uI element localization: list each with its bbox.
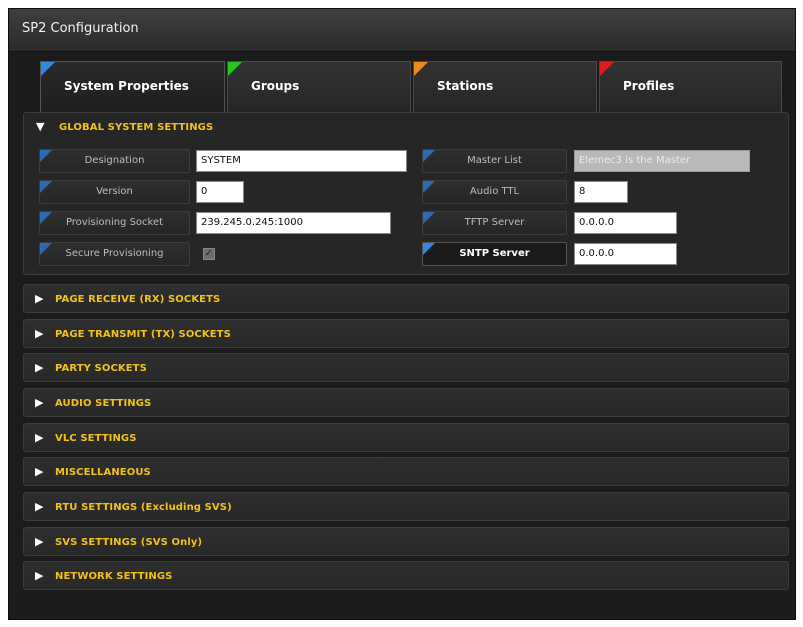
- section-rtu-settings[interactable]: ▶ RTU SETTINGS (Excluding SVS): [23, 492, 789, 521]
- tab-stations[interactable]: Stations: [413, 61, 597, 112]
- version-label: Version: [39, 180, 190, 204]
- tab-label: System Properties: [64, 79, 189, 93]
- section-title: PAGE TRANSMIT (TX) SOCKETS: [55, 329, 231, 340]
- tab-profiles[interactable]: Profiles: [599, 61, 782, 112]
- tftp-server-field[interactable]: 0.0.0.0: [574, 212, 677, 234]
- tab-groups[interactable]: Groups: [227, 61, 411, 112]
- tab-label: Stations: [437, 79, 494, 93]
- tftp-server-label: TFTP Server: [422, 211, 567, 235]
- label-text: Secure Provisioning: [65, 248, 164, 259]
- section-title: PAGE RECEIVE (RX) SOCKETS: [55, 294, 221, 305]
- section-title: PARTY SOCKETS: [55, 363, 147, 374]
- label-marker-icon: [40, 243, 52, 255]
- tab-color-marker-icon: [228, 62, 242, 76]
- master-list-field: Elemec3 is the Master: [574, 150, 750, 172]
- checkmark-icon: ✓: [204, 248, 214, 259]
- section-title: VLC SETTINGS: [55, 433, 137, 444]
- label-text: Provisioning Socket: [65, 217, 164, 228]
- triangle-right-icon: ▶: [35, 535, 44, 548]
- label-marker-icon: [40, 181, 52, 193]
- version-field[interactable]: 0: [196, 181, 244, 203]
- triangle-right-icon: ▶: [35, 569, 44, 582]
- audio-ttl-label: Audio TTL: [422, 180, 567, 204]
- section-title: AUDIO SETTINGS: [55, 398, 152, 409]
- section-page-receive-sockets[interactable]: ▶ PAGE RECEIVE (RX) SOCKETS: [23, 284, 789, 313]
- label-marker-icon: [40, 150, 52, 162]
- section-page-transmit-sockets[interactable]: ▶ PAGE TRANSMIT (TX) SOCKETS: [23, 319, 789, 348]
- tab-color-marker-icon: [414, 62, 428, 76]
- designation-label: Designation: [39, 149, 190, 173]
- tab-color-marker-icon: [41, 62, 55, 76]
- audio-ttl-field[interactable]: 8: [574, 181, 628, 203]
- tab-label: Profiles: [623, 79, 675, 93]
- triangle-right-icon: ▶: [35, 500, 44, 513]
- master-list-label: Master List: [422, 149, 567, 173]
- label-marker-icon: [423, 181, 435, 193]
- label-text: TFTP Server: [464, 217, 525, 228]
- triangle-right-icon: ▶: [35, 327, 44, 340]
- section-title: NETWORK SETTINGS: [55, 571, 173, 582]
- section-title: GLOBAL SYSTEM SETTINGS: [59, 122, 214, 133]
- tab-system-properties[interactable]: System Properties: [40, 61, 225, 112]
- label-text: SNTP Server: [459, 248, 530, 259]
- label-marker-icon: [423, 243, 435, 255]
- section-network-settings[interactable]: ▶ NETWORK SETTINGS: [23, 561, 789, 590]
- sntp-server-button[interactable]: SNTP Server: [422, 242, 567, 266]
- label-marker-icon: [40, 212, 52, 224]
- section-miscellaneous[interactable]: ▶ MISCELLANEOUS: [23, 457, 789, 486]
- triangle-right-icon: ▶: [35, 396, 44, 409]
- label-text: Audio TTL: [469, 186, 520, 197]
- provisioning-socket-field[interactable]: 239.245.0.245:1000: [196, 212, 391, 234]
- tab-label: Groups: [251, 79, 300, 93]
- triangle-right-icon: ▶: [35, 431, 44, 444]
- tab-color-marker-icon: [600, 62, 614, 76]
- triangle-right-icon: ▶: [35, 361, 44, 374]
- window-title: SP2 Configuration: [22, 21, 139, 36]
- label-text: Designation: [84, 155, 145, 166]
- triangle-down-icon: ▼: [36, 120, 45, 133]
- section-vlc-settings[interactable]: ▶ VLC SETTINGS: [23, 423, 789, 452]
- label-text: Version: [96, 186, 133, 197]
- section-title: RTU SETTINGS (Excluding SVS): [55, 502, 232, 513]
- title-bar: SP2 Configuration: [9, 9, 795, 52]
- label-text: Master List: [467, 155, 522, 166]
- section-audio-settings[interactable]: ▶ AUDIO SETTINGS: [23, 388, 789, 417]
- section-title: SVS SETTINGS (SVS Only): [55, 537, 203, 548]
- section-party-sockets[interactable]: ▶ PARTY SOCKETS: [23, 353, 789, 382]
- triangle-right-icon: ▶: [35, 465, 44, 478]
- secure-provisioning-label: Secure Provisioning: [39, 242, 190, 266]
- global-system-settings-header[interactable]: ▼ GLOBAL SYSTEM SETTINGS: [24, 113, 788, 143]
- secure-provisioning-checkbox[interactable]: ✓: [203, 248, 215, 260]
- label-marker-icon: [423, 150, 435, 162]
- section-svs-settings[interactable]: ▶ SVS SETTINGS (SVS Only): [23, 527, 789, 556]
- triangle-right-icon: ▶: [35, 292, 44, 305]
- sntp-server-field[interactable]: 0.0.0.0: [574, 243, 677, 265]
- label-marker-icon: [423, 212, 435, 224]
- section-title: MISCELLANEOUS: [55, 467, 151, 478]
- global-system-settings-panel: ▼ GLOBAL SYSTEM SETTINGS Designation SYS…: [23, 112, 789, 275]
- designation-field[interactable]: SYSTEM: [196, 150, 407, 172]
- provisioning-socket-label: Provisioning Socket: [39, 211, 190, 235]
- configuration-window: SP2 Configuration System Properties Grou…: [8, 8, 796, 620]
